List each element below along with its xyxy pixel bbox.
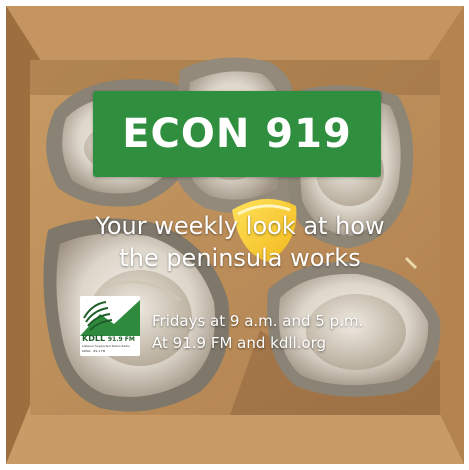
kdll-logo: KDLL 91.9 FM Listener Supported Public R… [80, 296, 140, 356]
logo-footer: KDNA · 89.1 FM [82, 349, 106, 353]
program-title: ECON 919 [122, 111, 352, 157]
radio-waves-icon [80, 296, 140, 336]
logo-frequency: 91.9 FM [107, 336, 135, 343]
logo-station: KDLL [82, 334, 106, 343]
tagline-line-2: the peninsula works [119, 244, 361, 272]
broadcast-schedule: Fridays at 9 a.m. and 5 p.m. At 91.9 FM … [152, 310, 363, 354]
schedule-line-2: At 91.9 FM and kdll.org [152, 334, 327, 352]
tagline-line-1: Your weekly look at how [95, 212, 385, 240]
poster-frame: ECON 919 Your weekly look at how the pen… [0, 0, 469, 470]
logo-slogan: Listener Supported Public Radio [82, 344, 130, 348]
schedule-line-1: Fridays at 9 a.m. and 5 p.m. [152, 312, 364, 330]
tagline: Your weekly look at how the peninsula wo… [40, 210, 440, 274]
title-banner: ECON 919 [93, 91, 381, 177]
